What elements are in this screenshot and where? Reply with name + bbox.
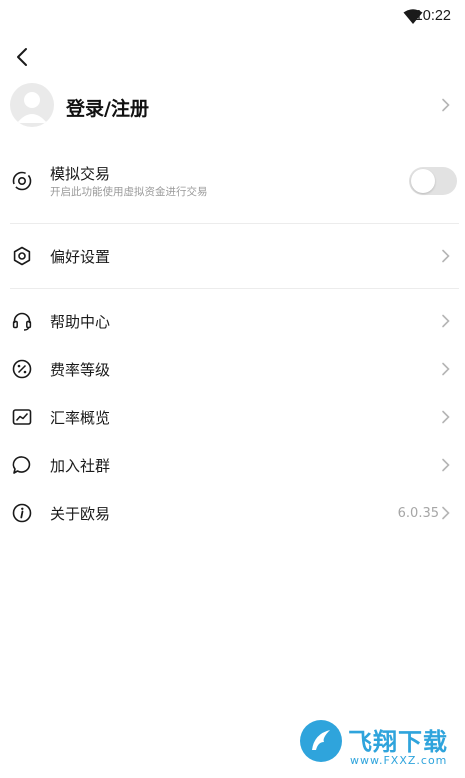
chevron-right-icon xyxy=(442,410,450,424)
watermark: 飞翔下载 www.FXXZ.com xyxy=(298,718,458,772)
trend-icon xyxy=(12,409,32,425)
chat-bubble-icon xyxy=(12,456,31,474)
menu-item-label: 汇率概览 xyxy=(50,409,111,427)
watermark-logo-icon xyxy=(300,720,342,762)
chevron-right-icon xyxy=(442,249,450,263)
status-bar: 10:22 xyxy=(0,0,465,34)
headset-icon xyxy=(12,312,32,331)
back-chevron-icon[interactable] xyxy=(12,45,34,69)
watermark-url: www.FXXZ.com xyxy=(350,754,448,767)
menu-item-label: 费率等级 xyxy=(50,361,111,379)
chevron-right-icon xyxy=(442,314,450,328)
menu-item-help-center[interactable]: 帮助中心 xyxy=(0,309,465,333)
gear-icon xyxy=(13,246,31,266)
menu-item-exchange-rates[interactable]: 汇率概览 xyxy=(0,405,465,429)
menu-item-fee-tiers[interactable]: 费率等级 xyxy=(0,357,465,381)
chevron-right-icon xyxy=(442,458,450,472)
menu-item-community[interactable]: 加入社群 xyxy=(0,453,465,477)
demo-trading-toggle[interactable] xyxy=(409,167,457,195)
chevron-right-icon xyxy=(442,98,450,112)
target-icon xyxy=(12,171,32,191)
login-register-row[interactable]: 登录/注册 xyxy=(0,82,465,130)
login-register-label: 登录/注册 xyxy=(66,98,149,120)
app-version: 6.0.35 xyxy=(397,506,439,521)
menu-item-preferences[interactable]: 偏好设置 xyxy=(0,244,465,268)
chevron-right-icon xyxy=(442,362,450,376)
chevron-right-icon xyxy=(442,506,450,520)
clock: 10:22 xyxy=(414,8,451,24)
avatar-icon xyxy=(10,83,54,127)
demo-trading-title: 模拟交易 xyxy=(50,165,111,183)
demo-trading-row: 模拟交易 开启此功能使用虚拟资金进行交易 xyxy=(0,160,465,204)
menu-item-label: 偏好设置 xyxy=(50,248,111,266)
menu-item-label: 加入社群 xyxy=(50,457,111,475)
divider xyxy=(10,288,459,289)
menu-item-label: 关于欧易 xyxy=(50,505,111,523)
watermark-brand: 飞翔下载 xyxy=(348,728,448,756)
toggle-knob xyxy=(411,169,435,193)
menu-item-label: 帮助中心 xyxy=(50,313,111,331)
percent-icon xyxy=(12,359,32,379)
demo-trading-subtitle: 开启此功能使用虚拟资金进行交易 xyxy=(50,186,208,198)
divider xyxy=(10,223,459,224)
menu-item-about[interactable]: 关于欧易 6.0.35 xyxy=(0,501,465,525)
info-icon xyxy=(12,503,32,523)
